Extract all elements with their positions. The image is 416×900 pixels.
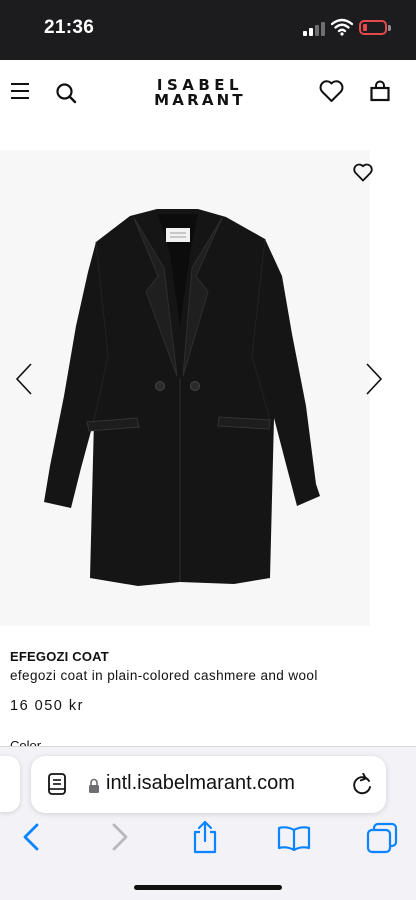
search-icon[interactable]: [55, 82, 77, 104]
address-bar[interactable]: intl.isabelmarant.com: [31, 756, 386, 813]
heart-icon[interactable]: [319, 80, 344, 103]
brand-logo[interactable]: ISABEL MARANT: [128, 78, 272, 108]
reload-icon[interactable]: [352, 773, 373, 795]
status-time: 21:36: [44, 17, 95, 38]
product-description: efegozi coat in plain-colored cashmere a…: [10, 668, 318, 683]
status-bar: 21:36: [0, 0, 416, 60]
home-indicator: [134, 885, 282, 890]
back-icon[interactable]: [22, 823, 40, 851]
page: 21:36 ISABEL MARANT EFEGOZI COAT efegozi…: [0, 0, 416, 900]
coat-product-image: [44, 209, 320, 586]
wifi-icon: [331, 18, 353, 36]
reader-icon[interactable]: [48, 773, 66, 795]
product-name: EFEGOZI COAT: [10, 649, 109, 664]
previous-image-arrow-icon[interactable]: [14, 362, 34, 396]
tabs-icon[interactable]: [366, 822, 398, 854]
battery-icon: [359, 20, 387, 35]
previous-tab-peek[interactable]: [0, 756, 20, 812]
forward-icon[interactable]: [111, 823, 129, 851]
share-icon[interactable]: [192, 820, 218, 854]
url-text: intl.isabelmarant.com: [106, 772, 295, 794]
product-price: 16 050 kr: [10, 698, 84, 714]
bookmarks-icon[interactable]: [277, 825, 311, 851]
bag-icon[interactable]: [369, 80, 391, 102]
battery-tip: [388, 25, 391, 31]
product-image-gallery[interactable]: [0, 150, 370, 626]
wishlist-heart-icon[interactable]: [353, 163, 373, 182]
next-image-arrow-icon[interactable]: [364, 362, 384, 396]
menu-icon[interactable]: [11, 83, 29, 100]
lock-icon: [89, 778, 99, 793]
cellular-signal-icon: [303, 22, 325, 36]
logo-line-2: MARANT: [154, 91, 246, 109]
site-header: ISABEL MARANT: [0, 60, 416, 126]
